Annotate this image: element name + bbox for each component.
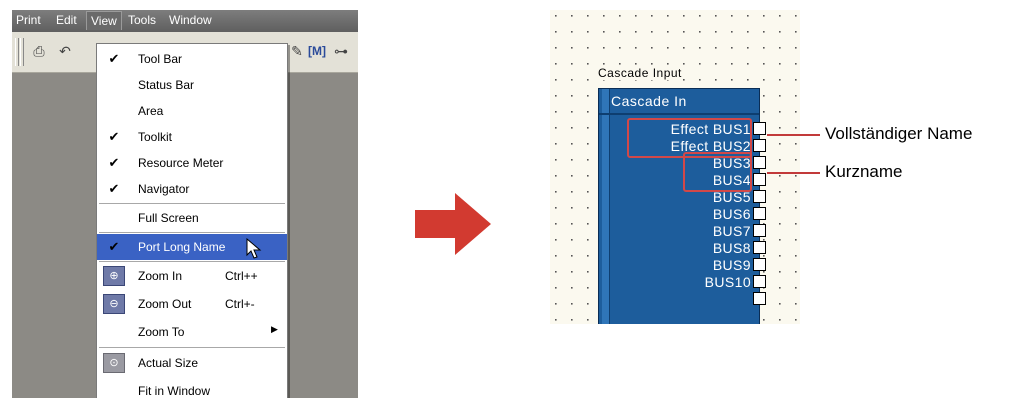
menu-print[interactable]: Print — [16, 13, 41, 27]
design-canvas: Cascade Input Cascade In Effect BUS1 Eff… — [550, 10, 800, 324]
short-name-highlight — [683, 152, 752, 192]
actual-size-icon: ⊙ — [103, 353, 125, 373]
check-icon: ✔ — [108, 239, 120, 254]
port: BUS7 — [599, 223, 751, 240]
port-connector[interactable] — [753, 156, 766, 169]
application-window: Print Edit View Tools Window ⎙ ↶ ✎ [M] ⊶… — [12, 10, 358, 398]
menu-item-label: Area — [138, 104, 164, 118]
port-label: BUS8 — [712, 240, 751, 256]
zoom-out-icon: ⊖ — [103, 294, 125, 314]
component-title: Cascade Input — [598, 66, 682, 80]
menu-item-actual-size[interactable]: ⊙ Actual Size — [97, 350, 287, 376]
menu-edit[interactable]: Edit — [56, 13, 77, 27]
menu-item-label: Tool Bar — [138, 52, 183, 66]
menu-item-label: Zoom Out — [138, 297, 192, 311]
component-header-divider — [599, 113, 759, 115]
menu-item-label: Zoom In — [138, 269, 183, 283]
component-header: Cascade In — [611, 93, 687, 109]
toolbar-grip[interactable] — [20, 38, 24, 66]
port-label: BUS10 — [704, 274, 751, 290]
menu-item-tool-bar[interactable]: ✔ Tool Bar — [97, 46, 287, 72]
menu-item-navigator[interactable]: ✔ Navigator — [97, 176, 287, 202]
menu-item-label: Navigator — [138, 182, 190, 196]
port: BUS10 — [599, 274, 751, 291]
port-connector[interactable] — [753, 190, 766, 203]
menu-item-fit-in-window[interactable]: Fit in Window — [97, 378, 287, 398]
menu-item-zoom-out[interactable]: ⊖ Zoom Out Ctrl+- — [97, 291, 287, 317]
check-icon: ✔ — [108, 51, 120, 66]
pen-icon[interactable]: ✎ — [288, 42, 306, 60]
right-arrow-icon — [415, 193, 491, 255]
port-connector[interactable] — [753, 258, 766, 271]
port-label: BUS9 — [712, 257, 751, 273]
menu-item-port-long-name[interactable]: ✔ Port Long Name — [97, 234, 287, 260]
port-connector[interactable] — [753, 207, 766, 220]
menu-item-area[interactable]: Area — [97, 98, 287, 124]
menu-item-label: Resource Meter — [138, 156, 224, 170]
menu-item-shortcut: Ctrl+- — [225, 297, 255, 311]
toolbar-grip[interactable] — [15, 38, 19, 66]
port: BUS8 — [599, 240, 751, 257]
callout-line — [767, 172, 820, 174]
menu-item-label: Full Screen — [138, 211, 199, 225]
menu-bar: Print Edit View Tools Window — [12, 10, 358, 32]
callout-short-name: Kurzname — [825, 162, 903, 181]
menu-item-label: Status Bar — [138, 78, 195, 92]
menu-item-label: Fit in Window — [138, 384, 211, 398]
menu-item-shortcut: Ctrl++ — [225, 269, 258, 283]
menu-item-label: Toolkit — [138, 130, 173, 144]
menu-item-zoom-to[interactable]: Zoom To ▶ — [97, 319, 287, 345]
menu-tools[interactable]: Tools — [128, 13, 156, 27]
port-connector[interactable] — [753, 275, 766, 288]
port-connector[interactable] — [753, 139, 766, 152]
callout-line — [767, 134, 820, 136]
menu-item-full-screen[interactable]: Full Screen — [97, 205, 287, 231]
check-icon: ✔ — [108, 181, 120, 196]
menu-separator — [99, 232, 285, 233]
check-icon: ✔ — [108, 129, 120, 144]
component-icon[interactable]: [M] — [308, 42, 326, 60]
port-label: BUS6 — [712, 206, 751, 222]
menu-separator — [99, 203, 285, 204]
mouse-cursor-icon — [246, 238, 262, 259]
menu-window[interactable]: Window — [169, 13, 212, 27]
print-icon[interactable]: ⎙ — [30, 42, 48, 60]
port-label: BUS7 — [712, 223, 751, 239]
port-connector[interactable] — [753, 122, 766, 135]
menu-separator — [99, 347, 285, 348]
port: BUS6 — [599, 206, 751, 223]
port-connector[interactable] — [753, 241, 766, 254]
callout-long-name: Vollständiger Name — [825, 124, 973, 143]
submenu-arrow-icon: ▶ — [271, 324, 278, 334]
port-connector[interactable] — [753, 292, 766, 305]
zoom-in-icon: ⊕ — [103, 266, 125, 286]
menu-item-label: Actual Size — [138, 356, 199, 370]
undo-icon[interactable]: ↶ — [56, 42, 74, 60]
check-icon: ✔ — [108, 155, 120, 170]
port-connector[interactable] — [753, 224, 766, 237]
menu-item-zoom-in[interactable]: ⊕ Zoom In Ctrl++ — [97, 263, 287, 289]
menu-item-label: Port Long Name — [138, 240, 226, 254]
port: BUS9 — [599, 257, 751, 274]
menu-view[interactable]: View — [86, 11, 122, 30]
menu-item-status-bar[interactable]: Status Bar — [97, 72, 287, 98]
menu-item-resource-meter[interactable]: ✔ Resource Meter — [97, 150, 287, 176]
view-menu-dropdown: ✔ Tool Bar Status Bar Area ✔ Toolkit ✔ R… — [96, 43, 288, 398]
port-connector[interactable] — [753, 173, 766, 186]
menu-separator — [99, 261, 285, 262]
menu-item-toolkit[interactable]: ✔ Toolkit — [97, 124, 287, 150]
menu-item-label: Zoom To — [138, 325, 185, 339]
link-icon[interactable]: ⊶ — [332, 42, 350, 60]
